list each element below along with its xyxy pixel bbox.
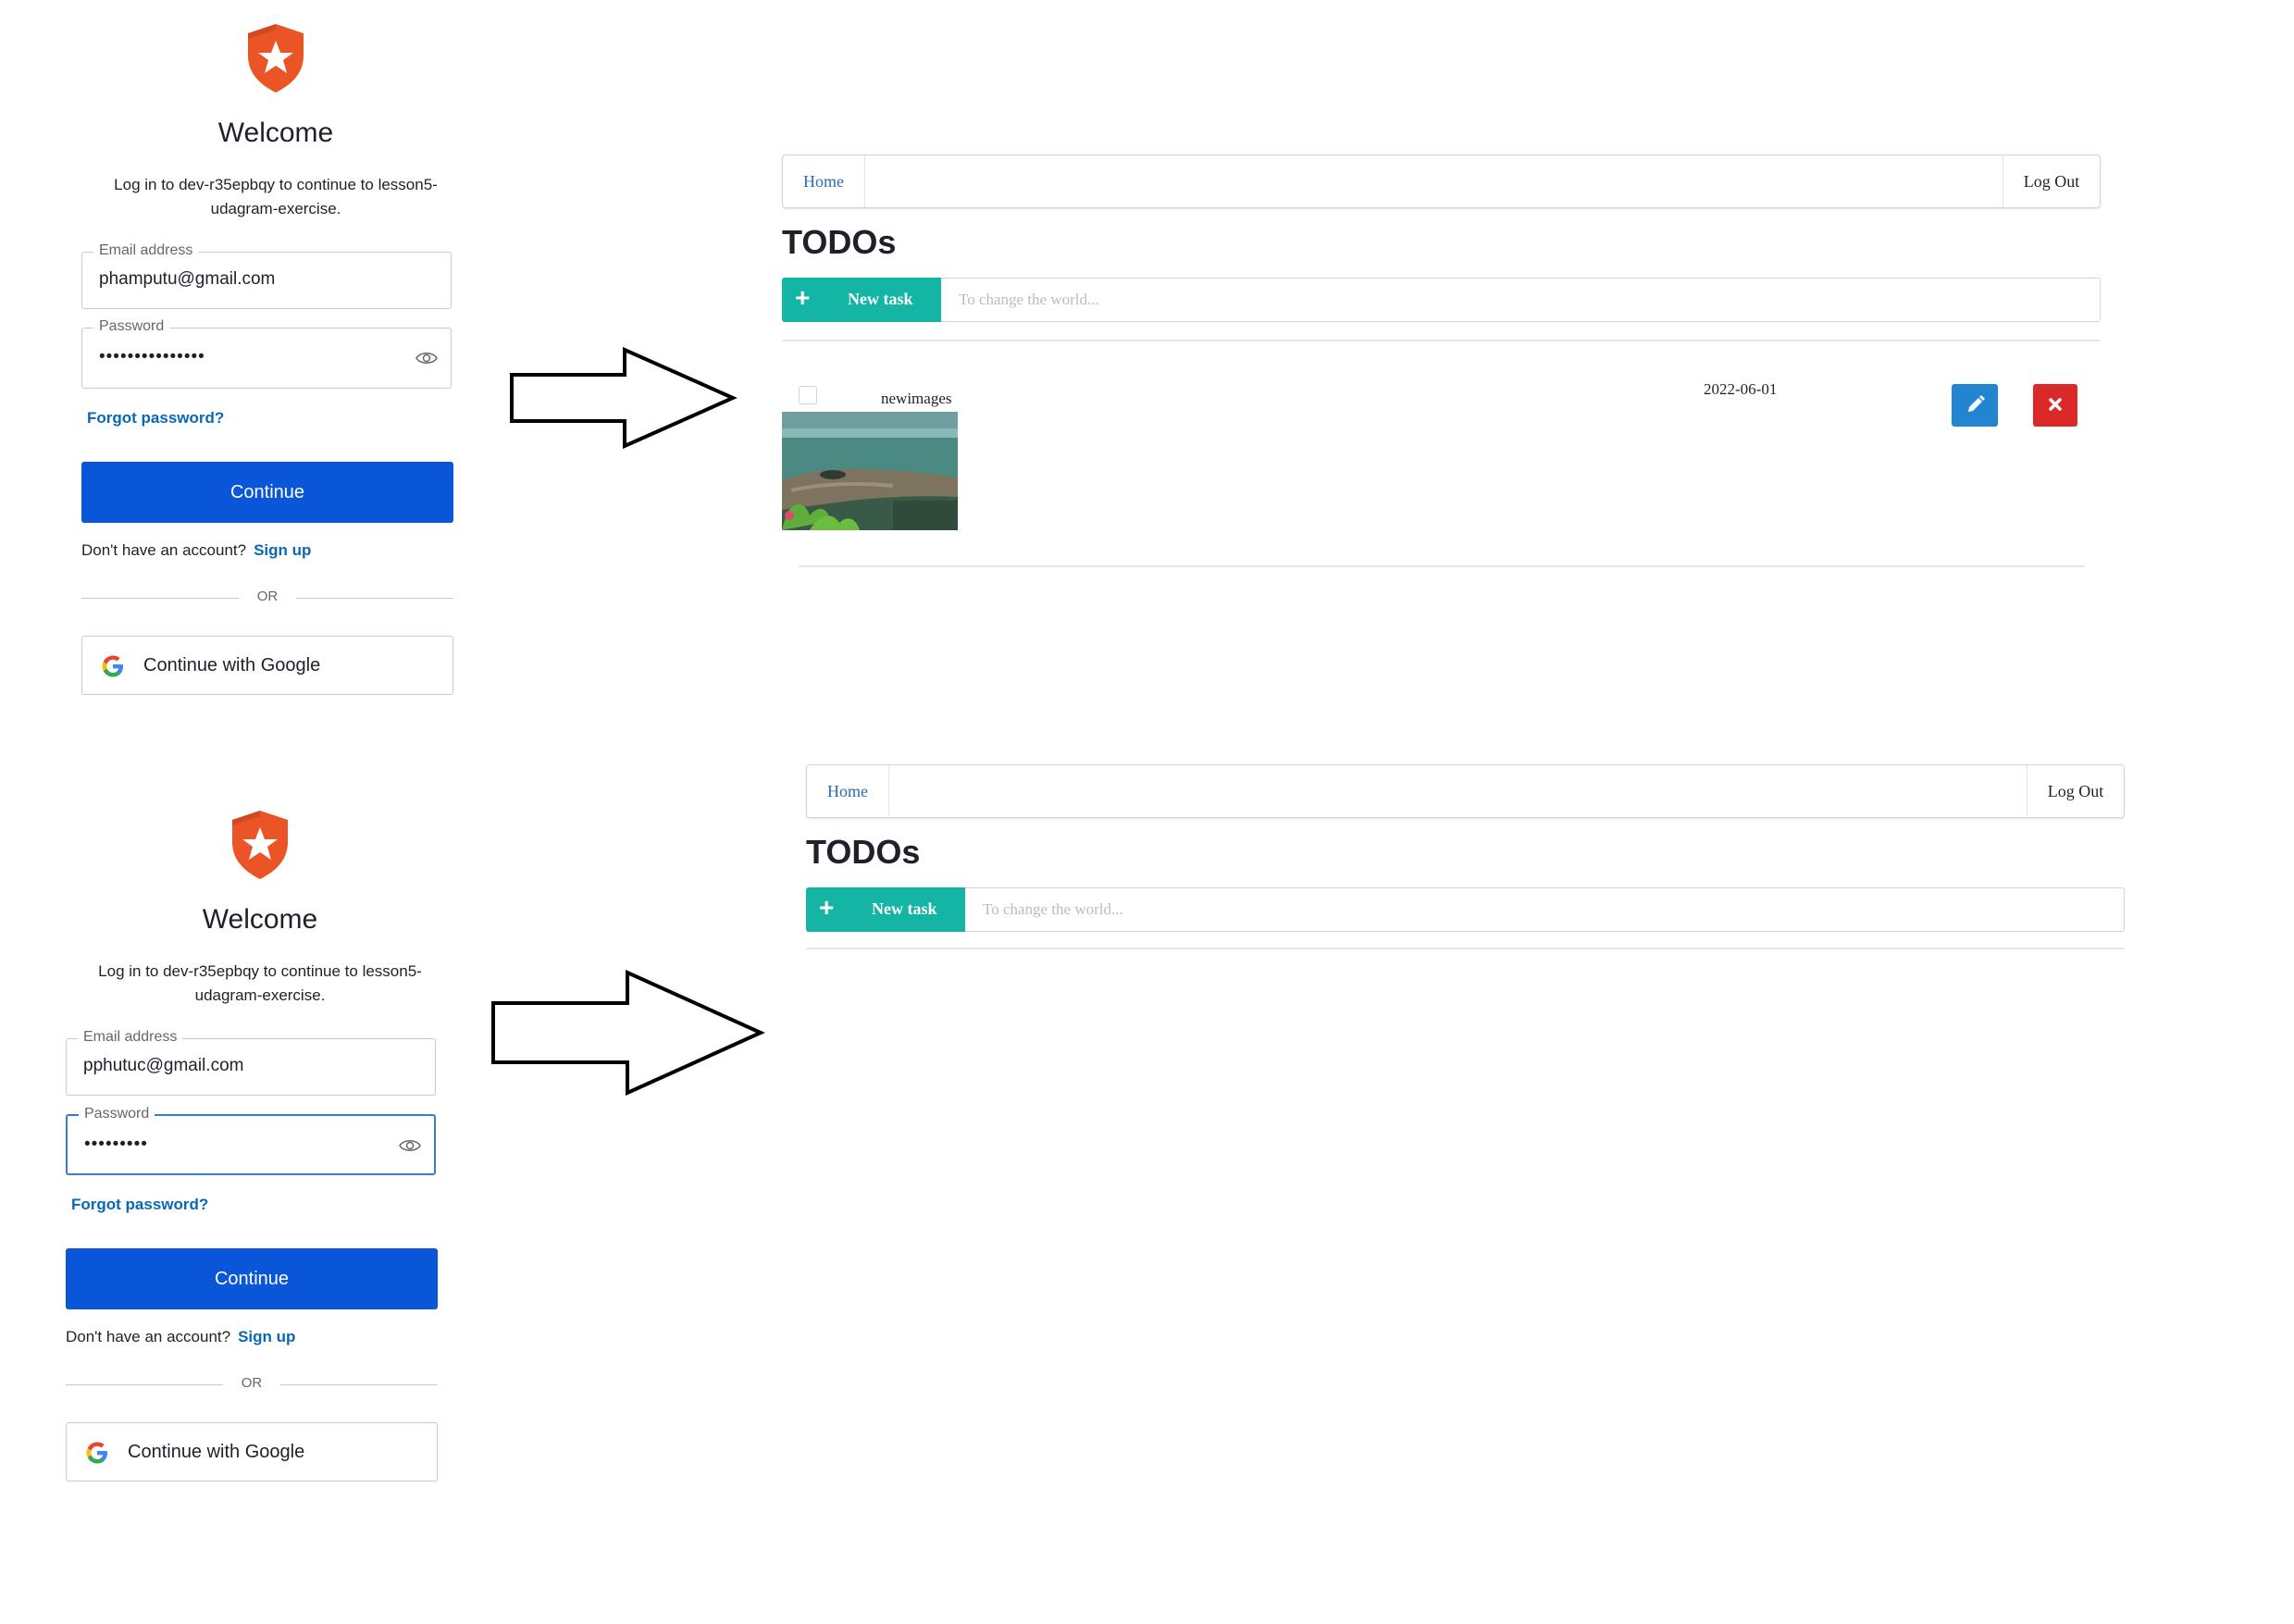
no-account-text: Don't have an account?: [66, 1328, 231, 1345]
todo-done-checkbox[interactable]: [799, 386, 817, 404]
auth0-shield-logo-icon: [232, 811, 288, 879]
forgot-password-link[interactable]: Forgot password?: [71, 1196, 208, 1214]
new-task-button[interactable]: + New task: [806, 887, 965, 932]
login-panel-bottom: Welcome Log in to dev-r35epbqy to contin…: [66, 807, 454, 1529]
or-text: OR: [256, 589, 279, 604]
new-task-input[interactable]: To change the world...: [983, 900, 1123, 919]
nav-logout-link[interactable]: Log Out: [2003, 155, 2100, 207]
signup-prompt: Don't have an account? Sign up: [66, 1328, 295, 1346]
new-task-label: New task: [872, 899, 937, 918]
welcome-heading: Welcome: [202, 904, 318, 935]
page-title: TODOs: [806, 833, 921, 871]
email-field[interactable]: Email address pphutuc@gmail.com: [66, 1029, 436, 1096]
signup-prompt: Don't have an account? Sign up: [81, 541, 311, 560]
login-subtitle: Log in to dev-r35epbqy to continue to le…: [114, 176, 438, 217]
eye-icon[interactable]: [415, 351, 438, 366]
divider: [806, 948, 2125, 949]
password-value: •••••••••••••••: [99, 347, 205, 366]
password-field[interactable]: Password •••••••••••••••: [81, 318, 452, 389]
plus-icon: +: [795, 283, 811, 312]
nav-menu: Home Log Out: [806, 764, 2125, 818]
continue-button[interactable]: Continue: [81, 462, 453, 523]
email-label: Email address: [93, 242, 199, 259]
nav-menu: Home Log Out: [782, 155, 2101, 208]
login-subtitle: Log in to dev-r35epbqy to continue to le…: [98, 962, 422, 1004]
nav-home-link[interactable]: Home: [783, 155, 865, 207]
or-divider: OR: [81, 589, 453, 607]
new-task-input-group: + New task To change the world...: [782, 278, 2101, 322]
todo-name: newimages: [881, 390, 952, 407]
nav-logout-link[interactable]: Log Out: [2027, 765, 2124, 817]
delete-todo-button[interactable]: [2033, 384, 2077, 427]
email-field[interactable]: Email address phamputu@gmail.com: [81, 242, 452, 309]
todo-item: newimages 2022-06-01: [782, 369, 2101, 564]
continue-button[interactable]: Continue: [66, 1248, 438, 1309]
signup-link[interactable]: Sign up: [254, 541, 311, 559]
or-divider: OR: [66, 1375, 438, 1394]
new-task-input-group: + New task To change the world...: [806, 887, 2125, 932]
login-panel-top: Welcome Log in to dev-r35epbqy to contin…: [81, 20, 470, 742]
forgot-password-link[interactable]: Forgot password?: [87, 409, 224, 428]
welcome-heading: Welcome: [217, 118, 334, 148]
new-task-input[interactable]: To change the world...: [959, 291, 1099, 309]
edit-todo-button[interactable]: [1952, 384, 1998, 427]
pencil-icon: [1968, 395, 1985, 412]
plus-icon: +: [819, 893, 835, 922]
google-g-icon: [86, 1442, 107, 1464]
close-x-icon: [2049, 398, 2062, 411]
signup-link[interactable]: Sign up: [238, 1328, 295, 1345]
new-task-button[interactable]: + New task: [782, 278, 941, 322]
google-button-label: Continue with Google: [143, 655, 321, 676]
password-label: Password: [93, 318, 170, 335]
google-g-icon: [102, 655, 123, 677]
no-account-text: Don't have an account?: [81, 541, 247, 559]
new-task-label: New task: [848, 290, 913, 308]
password-field[interactable]: Password •••••••••: [66, 1106, 436, 1175]
or-text: OR: [241, 1375, 263, 1391]
continue-with-google-button[interactable]: Continue with Google: [66, 1422, 438, 1481]
eye-icon[interactable]: [399, 1138, 421, 1153]
google-button-label: Continue with Google: [128, 1442, 305, 1462]
password-label: Password: [79, 1106, 155, 1122]
email-value: phamputu@gmail.com: [99, 269, 276, 289]
arrow-right-icon: [491, 970, 765, 1096]
divider: [782, 340, 2101, 341]
todo-attachment-image: [782, 412, 958, 530]
password-value: •••••••••: [84, 1134, 148, 1154]
nav-home-link[interactable]: Home: [807, 765, 889, 817]
email-label: Email address: [78, 1029, 183, 1046]
todo-due-date: 2022-06-01: [1704, 380, 1778, 398]
auth0-shield-logo-icon: [248, 24, 304, 93]
page-title: TODOs: [782, 223, 897, 261]
divider: [799, 565, 2085, 567]
email-value: pphutuc@gmail.com: [83, 1056, 244, 1075]
arrow-right-icon: [510, 347, 738, 449]
continue-with-google-button[interactable]: Continue with Google: [81, 636, 453, 695]
